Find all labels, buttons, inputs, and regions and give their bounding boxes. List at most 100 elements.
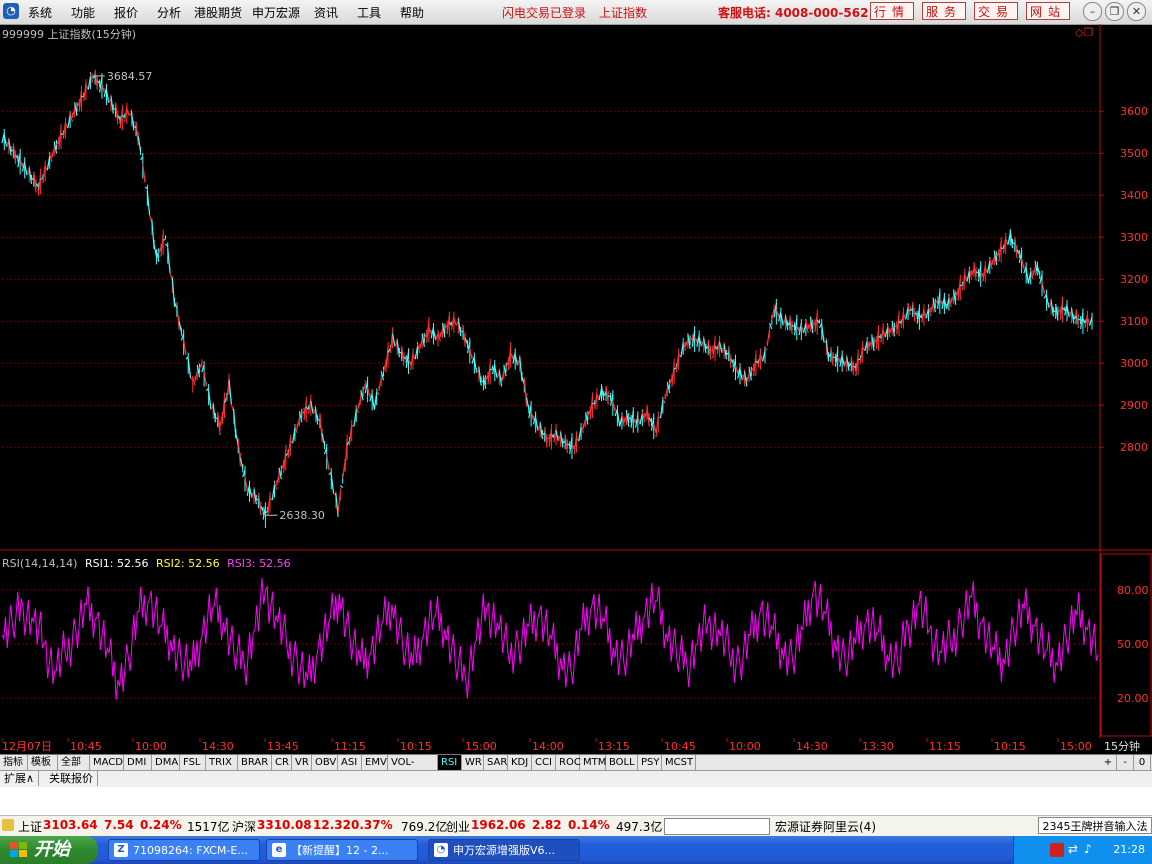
- rsi-title: RSI(14,14,14): [2, 557, 78, 570]
- market-button[interactable]: 行情: [870, 2, 914, 20]
- minimize-icon[interactable]: –: [1083, 2, 1102, 21]
- chart-area[interactable]: 2800 2900 3000 3100 3200 3300 3400 3500 3600 3684…: [0, 24, 1152, 738]
- indicator-tab-asi[interactable]: ASI: [338, 755, 362, 770]
- indicator-tab-fsl[interactable]: FSL: [180, 755, 206, 770]
- task-swhy[interactable]: ◔ 申万宏源增强版V6...: [428, 839, 580, 861]
- time-label: 13:15: [598, 740, 630, 753]
- ime-indicator[interactable]: 2345王牌拼音输入法: [1038, 817, 1152, 834]
- sh-pct: 0.24%: [140, 818, 182, 832]
- time-label: 10:45: [664, 740, 696, 753]
- time-label: 15:00: [1060, 740, 1092, 753]
- time-label: 12月07日: [2, 740, 52, 753]
- indicator-tab-brar[interactable]: BRAR: [238, 755, 272, 770]
- service-button[interactable]: 服务: [922, 2, 966, 20]
- clock: 21:28: [1113, 843, 1145, 856]
- kline-segment: [40, 177, 44, 180]
- zoom-out-button[interactable]: -: [1117, 755, 1134, 770]
- chart-options-icon[interactable]: ◇❐: [1075, 26, 1093, 39]
- time-label: 11:15: [929, 740, 961, 753]
- indicator-tab-dmi[interactable]: DMI: [124, 755, 152, 770]
- time-label: 10:15: [994, 740, 1026, 753]
- current-index: 上证指数: [599, 6, 648, 20]
- kline-segment: [163, 238, 166, 241]
- time-label: 13:30: [862, 740, 894, 753]
- trade-button[interactable]: 交易: [974, 2, 1018, 20]
- browser-icon: e: [272, 843, 286, 857]
- indicator-tab-boll[interactable]: BOLL: [606, 755, 638, 770]
- menu-swhy[interactable]: 申万宏源: [252, 4, 300, 21]
- reset-button[interactable]: 0: [1134, 755, 1151, 770]
- zoom-in-button[interactable]: +: [1100, 755, 1117, 770]
- indicator-tab-sar[interactable]: SAR: [484, 755, 508, 770]
- indicator-tab-mcst[interactable]: MCST: [662, 755, 696, 770]
- volume-icon[interactable]: ♪: [1084, 842, 1092, 856]
- menu-quote[interactable]: 报价: [114, 4, 138, 21]
- indicator-tab-emv[interactable]: EMV: [362, 755, 388, 770]
- indicator-tab-trix[interactable]: TRIX: [206, 755, 238, 770]
- task-swhy-label: 申万宏源增强版V6...: [453, 844, 556, 857]
- time-label: 10:15: [400, 740, 432, 753]
- indicator-tab-模板[interactable]: 模板: [28, 755, 58, 770]
- hs-value: 3310.08: [257, 818, 312, 832]
- broker-server[interactable]: 宏源证券阿里云(4): [775, 818, 876, 835]
- menu-system[interactable]: 系统: [28, 4, 52, 21]
- cy-value: 1962.06: [471, 818, 526, 832]
- time-label: 10:45: [70, 740, 102, 753]
- related-quote-tab[interactable]: 关联报价: [45, 771, 98, 786]
- kline-chart[interactable]: 2800 2900 3000 3100 3200 3300 3400 3500 3600 3684…: [0, 24, 1152, 738]
- hs-pct: 0.37%: [351, 818, 393, 832]
- task-reminder[interactable]: e 【新提醒】12 - 2...: [266, 839, 418, 861]
- indicator-tab-vol-tdx[interactable]: VOL-TDX: [388, 755, 438, 783]
- indicator-tab-roc[interactable]: ROC: [556, 755, 581, 770]
- app-logo-icon[interactable]: ◔: [3, 3, 19, 19]
- cy-change: 2.82: [532, 818, 562, 832]
- indicator-tab-全部[interactable]: 全部: [58, 755, 90, 770]
- indicator-tab-dma[interactable]: DMA: [152, 755, 180, 770]
- rsi-line: [1, 577, 1099, 700]
- indicator-tab-psy[interactable]: PSY: [638, 755, 662, 770]
- indicator-tab-vr[interactable]: VR: [292, 755, 312, 770]
- tray-app-icon[interactable]: [1050, 843, 1064, 857]
- indicator-tab-指标[interactable]: 指标: [0, 755, 28, 770]
- restore-icon[interactable]: ❐: [1105, 2, 1124, 21]
- start-label: 开始: [34, 839, 70, 860]
- period-label[interactable]: 15分钟: [1104, 738, 1140, 754]
- indicator-tab-cci[interactable]: CCI: [532, 755, 556, 770]
- y-tick-label: 3400: [1120, 189, 1148, 202]
- menu-hk-futures[interactable]: 港股期货: [194, 4, 242, 21]
- rsi-tick-label: 20.00: [1117, 692, 1149, 705]
- indicator-tab-mtm[interactable]: MTM: [580, 755, 606, 770]
- time-label: 11:15: [334, 740, 366, 753]
- lock-icon[interactable]: [2, 819, 14, 831]
- market-breadth-icon: [664, 818, 770, 835]
- menu-analysis[interactable]: 分析: [157, 4, 181, 21]
- kline-segment: [857, 358, 861, 361]
- chart-title: 999999 上证指数(15分钟): [2, 28, 137, 41]
- indicator-tab-obv[interactable]: OBV: [312, 755, 338, 770]
- rsi1-label: RSI1: 52.56: [84, 557, 149, 570]
- indicator-tab-kdj[interactable]: KDJ: [508, 755, 532, 770]
- menu-function[interactable]: 功能: [71, 4, 95, 21]
- indicator-tab-macd[interactable]: MACD: [90, 755, 124, 770]
- indicator-tab-rsi[interactable]: RSI: [438, 755, 462, 770]
- cy-amount: 497.3亿: [616, 820, 663, 834]
- indicator-tab-wr[interactable]: WR: [462, 755, 484, 770]
- menu-tools[interactable]: 工具: [357, 4, 381, 21]
- taskbar: 开始 Z 71098264: FXCM-E... e 【新提醒】12 - 2... …: [0, 836, 1152, 864]
- kline-segment: [339, 485, 344, 488]
- menu-help[interactable]: 帮助: [400, 4, 424, 21]
- sh-label: 上证: [18, 820, 43, 834]
- time-label: 14:30: [202, 740, 234, 753]
- network-icon[interactable]: ⇄: [1068, 842, 1078, 856]
- indicator-tab-cr[interactable]: CR: [272, 755, 292, 770]
- expand-tab[interactable]: 扩展∧: [0, 771, 40, 786]
- time-label: 10:00: [729, 740, 761, 753]
- website-button[interactable]: 网站: [1026, 2, 1070, 20]
- y-tick-label: 3600: [1120, 105, 1148, 118]
- close-icon[interactable]: ✕: [1127, 2, 1146, 21]
- indicator-tabs: 指标 模板 全部 MACD DMI DMA FSL TRIX BRAR CR VR OBV ASI EMV…: [0, 754, 1152, 783]
- start-button[interactable]: 开始: [0, 836, 98, 864]
- menu-news[interactable]: 资讯: [314, 4, 338, 21]
- rsi3-label: RSI3: 52.56: [227, 557, 291, 570]
- task-fxcm[interactable]: Z 71098264: FXCM-E...: [108, 839, 260, 861]
